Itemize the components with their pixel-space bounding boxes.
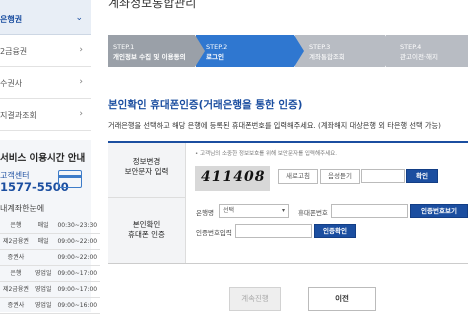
table-cell: 09:00~22:00 [54,233,101,250]
service-hours-title: 서비스 이용시간 안내 [0,153,86,164]
refresh-button[interactable]: 새로고침 [278,169,318,184]
chevron-right-icon: › [79,77,83,87]
bank-label: 은행명 [196,209,214,217]
table-row: 제2금융권 영업일 09:00~17:00 [0,281,101,298]
row-label-line: 본인확인 [132,220,161,229]
table-cell: 매일 [31,233,55,250]
table-row: 증권사 09:00~22:00 [0,249,101,266]
section-title: 본인확인 휴대폰인증(거래은행을 통한 인증) [108,99,303,111]
sidebar-item-label: 지결과조회 [0,111,37,120]
sidebar-item-label: 은행권 [0,15,23,24]
sidebar-item-label: 수권사 [0,79,23,88]
card-icon [58,170,82,188]
captcha-text: 411408 [201,169,266,185]
step-2-active: STEP.2 로그인 [196,35,304,67]
step-arrow [195,35,205,67]
phone-input[interactable] [331,204,408,218]
step-4: STEP.4 관고이전·해지 [386,35,468,67]
section-description: 거래은행을 선택하고 해당 은행에 등록된 휴대폰번호를 입력해주세요. (계좌… [108,121,441,130]
sidebar-item-2nd-finance[interactable]: 2금융권 › [0,35,91,67]
service-subtitle: 내계좌한눈에 [0,204,45,213]
table-cell: 09:00~22:00 [54,249,101,266]
step-number: STEP.2 [206,43,228,51]
step-number: STEP.3 [309,43,331,51]
table-cell: 은행 [0,265,32,282]
step-arrow [385,35,395,67]
table-cell: 은행 [0,218,32,234]
chevron-down-icon: ▾ [281,207,285,214]
sidebar-item-bank[interactable]: 은행권 ⌄ [0,0,91,35]
table-cell: 09:00~17:00 [54,281,101,298]
step-name: 관고이전·해지 [400,53,438,61]
table-cell [31,249,55,266]
code-input[interactable] [235,224,312,238]
step-number: STEP.1 [113,43,135,51]
row-label-line: 정보변경 [132,157,161,166]
table-cell: 09:00~17:00 [54,265,101,282]
step-name: 개인정보 수집 및 이용동의 [113,53,186,61]
phone-row-label: 본인확인 휴대폰 인증 [108,198,186,263]
captcha-input[interactable] [361,169,405,183]
security-row-label: 정보변경 보안문자 입력 [108,143,186,198]
chevron-right-icon: › [79,109,83,119]
bank-select-value: 선택 [223,207,235,214]
table-cell: 매일 [31,218,55,234]
table-cell: 증권사 [0,297,32,314]
table-row: 증권사 영업일 09:00~16:00 [0,297,101,314]
table-cell: 영업일 [31,265,55,282]
audio-button[interactable]: 음성듣기 [320,169,360,184]
table-cell: 제2금융권 [0,281,32,298]
sidebar-item-result[interactable]: 지결과조회 › [0,99,91,131]
table-cell: 09:00~16:00 [54,297,101,314]
step-1: STEP.1 개인정보 수집 및 이용동의 [108,35,205,67]
table-cell: 증권사 [0,249,32,266]
chevron-down-icon: ⌄ [75,13,83,23]
send-code-button[interactable]: 인증번호보기 [410,204,468,218]
table-cell: 00:30~23:30 [54,218,101,234]
service-hours-table: 은행 매일 00:30~23:30 제2금융권 매일 09:00~22:00 증권사 09… [0,218,101,314]
row-label-line: 휴대폰 인증 [128,230,165,239]
step-name: 로그인 [206,53,224,61]
table-row: 제2금융권 매일 09:00~22:00 [0,233,101,250]
phone-label: 휴대폰번호 [298,209,328,217]
bank-select[interactable]: 선택 ▾ [219,204,289,218]
step-name: 계좌통합조회 [309,53,345,61]
security-notice: • 고객님의 소중한 정보보호를 위해 보안문자를 입력해주세요. [195,151,337,157]
row-label-line: 보안문자 입력 [124,167,169,176]
table-cell: 영업일 [31,297,55,314]
prev-button[interactable]: 이전 [308,287,376,311]
chevron-right-icon: › [79,45,83,55]
captcha-confirm-button[interactable]: 확인 [406,169,438,183]
continue-button[interactable]: 계속진행 [229,287,281,311]
code-label: 인증번호입력 [196,229,232,237]
verification-form: 정보변경 보안문자 입력 • 고객님의 소중한 정보보호를 위해 보안문자를 입… [108,141,468,264]
page-title: 계좌정보통합관리 [108,0,197,10]
service-hours-panel: 서비스 이용시간 안내 고객센터 1577-5500 내계좌한눈에 은행 매일 00… [0,140,101,314]
table-cell: 영업일 [31,281,55,298]
table-row: 은행 매일 00:30~23:30 [0,218,101,234]
table-cell: 제2금융권 [0,233,32,250]
sidebar-item-label: 2금융권 [0,47,28,56]
step-3: STEP.3 계좌통합조회 [295,35,395,67]
step-arrow [294,35,304,67]
verify-button[interactable]: 인증확인 [314,224,356,238]
sidebar-item-securities[interactable]: 수권사 › [0,67,91,99]
captcha-image: 411408 [195,166,270,191]
step-number: STEP.4 [400,43,422,51]
table-row: 은행 영업일 09:00~17:00 [0,265,101,282]
